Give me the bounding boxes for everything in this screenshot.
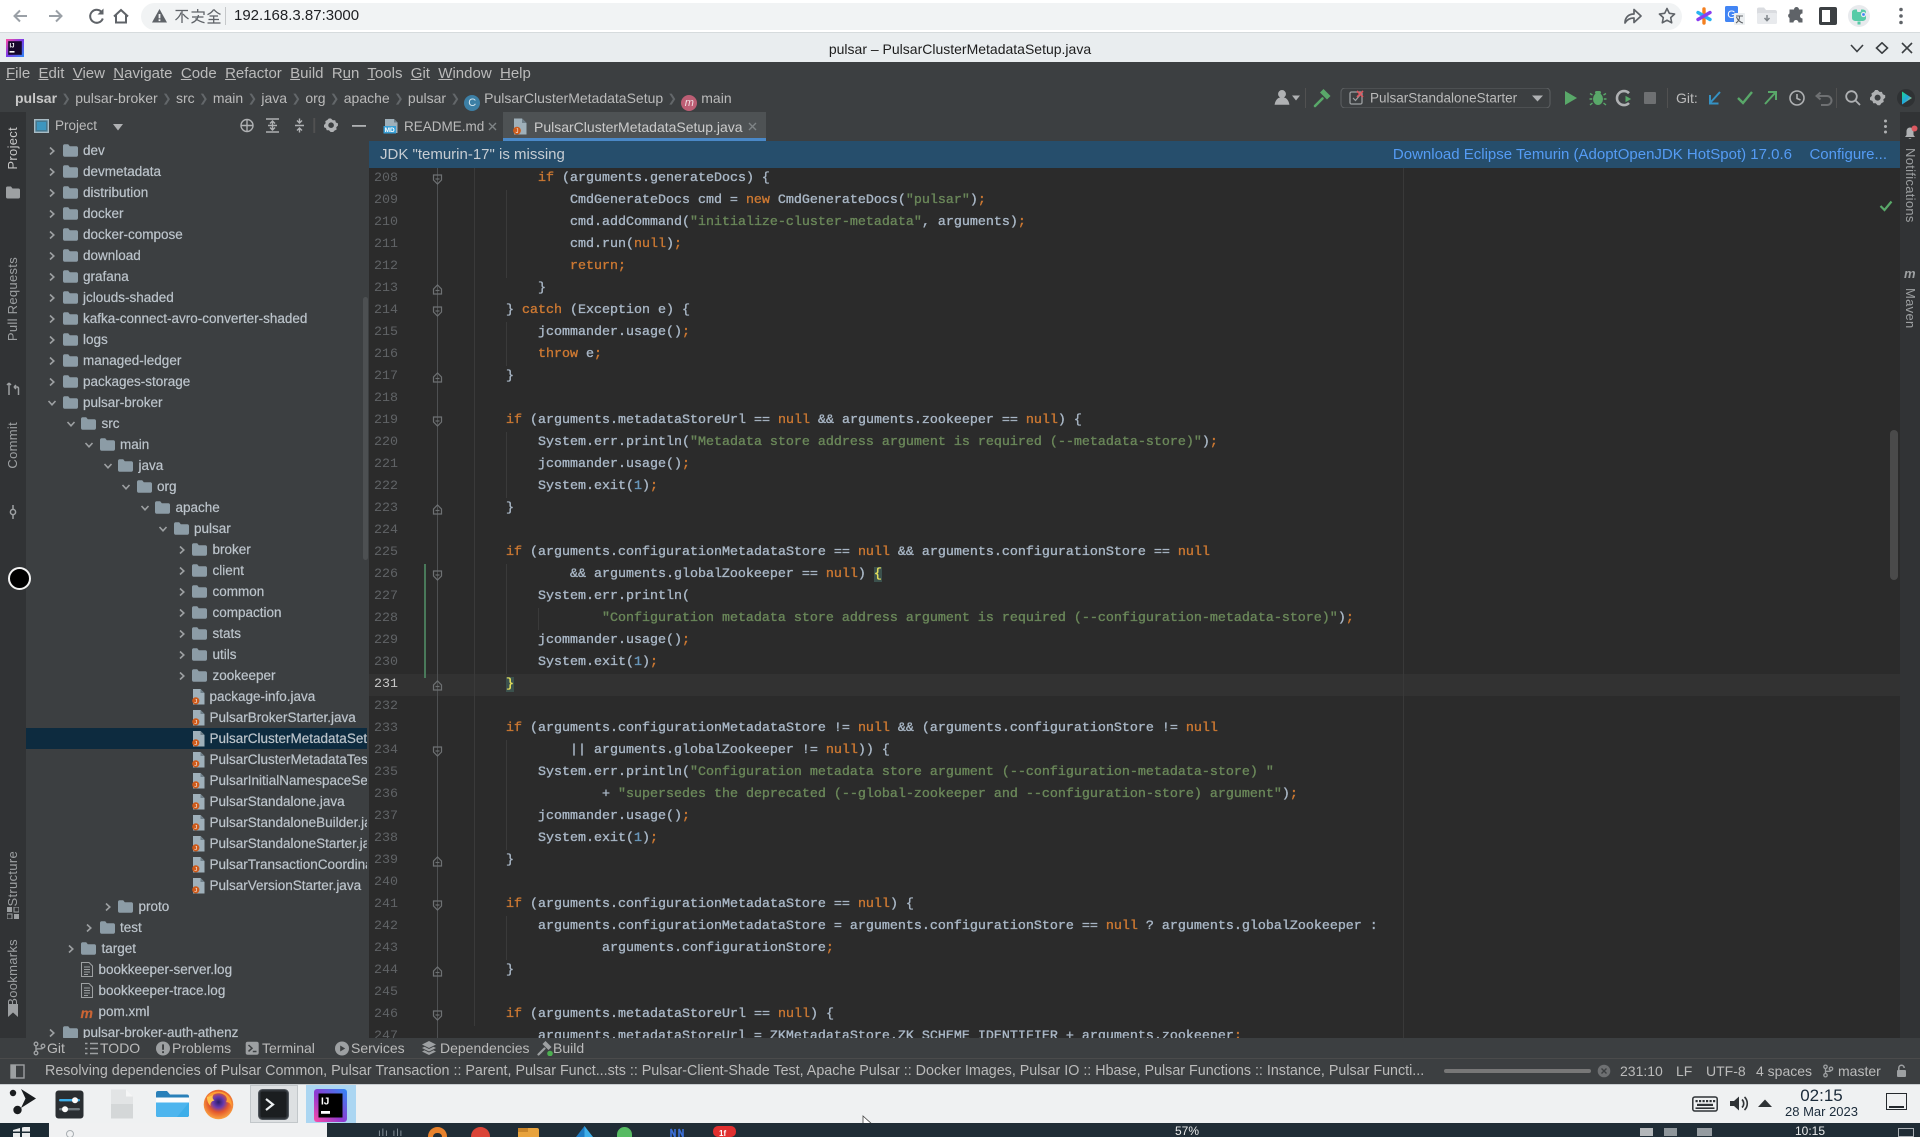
- svg-text:J: J: [194, 762, 197, 768]
- svg-text:J: J: [194, 825, 197, 831]
- svg-text:J: J: [194, 804, 197, 810]
- svg-text:J: J: [194, 741, 197, 747]
- svg-text:J: J: [194, 720, 197, 726]
- svg-text:J: J: [194, 846, 197, 852]
- svg-text:IJ: IJ: [321, 1097, 329, 1108]
- svg-text:MD: MD: [385, 127, 395, 134]
- svg-text:J: J: [194, 867, 197, 873]
- svg-text:IJ: IJ: [10, 44, 15, 50]
- svg-text:Git:: Git:: [1676, 90, 1698, 106]
- svg-text:J: J: [194, 783, 197, 789]
- svg-text:J: J: [194, 699, 197, 705]
- svg-text:J: J: [194, 888, 197, 894]
- svg-text:PulsarStandaloneStarter: PulsarStandaloneStarter: [1370, 91, 1518, 106]
- svg-text:J: J: [516, 129, 519, 135]
